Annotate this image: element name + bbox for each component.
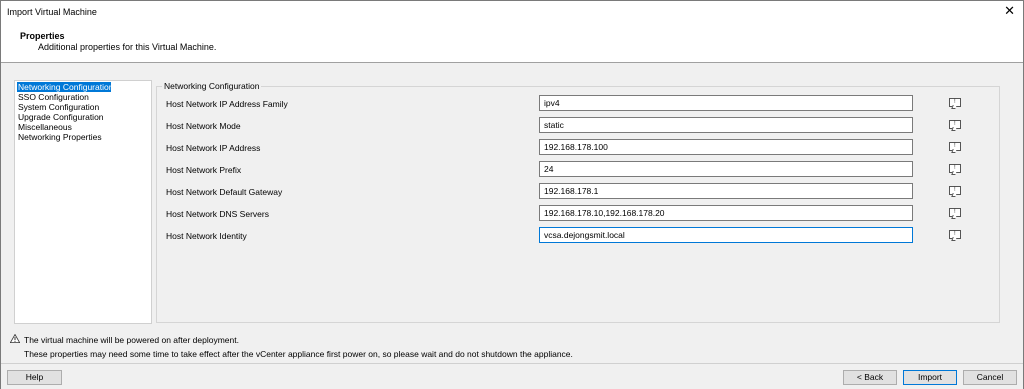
default-gateway-label: Host Network Default Gateway: [166, 187, 283, 197]
nav-item-upgrade-configuration[interactable]: Upgrade Configuration: [17, 112, 105, 122]
dns-servers-input[interactable]: [539, 205, 913, 221]
help-button[interactable]: Help: [7, 370, 62, 385]
close-icon[interactable]: ✕: [1004, 4, 1015, 18]
page-subtitle: Additional properties for this Virtual M…: [38, 42, 217, 52]
page-title: Properties: [20, 31, 65, 41]
comment-icon[interactable]: !: [949, 186, 961, 195]
button-bar: Help < Back Import Cancel: [1, 363, 1023, 389]
networking-configuration-group: Networking Configuration Host Network IP…: [156, 81, 1000, 323]
nav-item-system-configuration[interactable]: System Configuration: [17, 102, 100, 112]
window-title: Import Virtual Machine: [7, 7, 97, 17]
comment-icon[interactable]: !: [949, 98, 961, 107]
import-button[interactable]: Import: [903, 370, 957, 385]
network-identity-label: Host Network Identity: [166, 231, 247, 241]
network-identity-input[interactable]: [539, 227, 913, 243]
comment-icon[interactable]: !: [949, 120, 961, 129]
nav-item-networking-properties[interactable]: Networking Properties: [17, 132, 103, 142]
default-gateway-input[interactable]: [539, 183, 913, 199]
nav-item-sso-configuration[interactable]: SSO Configuration: [17, 92, 90, 102]
network-mode-label: Host Network Mode: [166, 121, 241, 131]
dns-servers-label: Host Network DNS Servers: [166, 209, 269, 219]
import-vm-dialog: Import Virtual Machine ✕ Properties Addi…: [0, 0, 1024, 389]
network-prefix-label: Host Network Prefix: [166, 165, 242, 175]
comment-icon[interactable]: !: [949, 142, 961, 151]
ip-family-label: Host Network IP Address Family: [166, 99, 288, 109]
comment-icon[interactable]: !: [949, 230, 961, 239]
category-list[interactable]: Networking Configuration SSO Configurati…: [14, 80, 152, 324]
notice-area: The virtual machine will be powered on a…: [1, 329, 1023, 363]
back-button[interactable]: < Back: [843, 370, 897, 385]
title-bar: Import Virtual Machine ✕: [1, 1, 1023, 23]
ip-address-label: Host Network IP Address: [166, 143, 261, 153]
nav-item-networking-configuration[interactable]: Networking Configuration: [17, 82, 113, 92]
comment-icon[interactable]: !: [949, 208, 961, 217]
group-title: Networking Configuration: [162, 81, 262, 91]
properties-info: These properties may need some time to t…: [24, 349, 573, 359]
properties-panel: Networking Configuration Host Network IP…: [156, 80, 1001, 324]
ip-family-input[interactable]: [539, 95, 913, 111]
ip-address-input[interactable]: [539, 139, 913, 155]
cancel-button[interactable]: Cancel: [963, 370, 1017, 385]
power-on-warning: The virtual machine will be powered on a…: [24, 335, 239, 345]
network-prefix-input[interactable]: [539, 161, 913, 177]
warning-icon: [10, 334, 20, 343]
network-mode-input[interactable]: [539, 117, 913, 133]
comment-icon[interactable]: !: [949, 164, 961, 173]
wizard-header: Properties Additional properties for thi…: [1, 23, 1023, 63]
nav-item-miscellaneous[interactable]: Miscellaneous: [17, 122, 73, 132]
